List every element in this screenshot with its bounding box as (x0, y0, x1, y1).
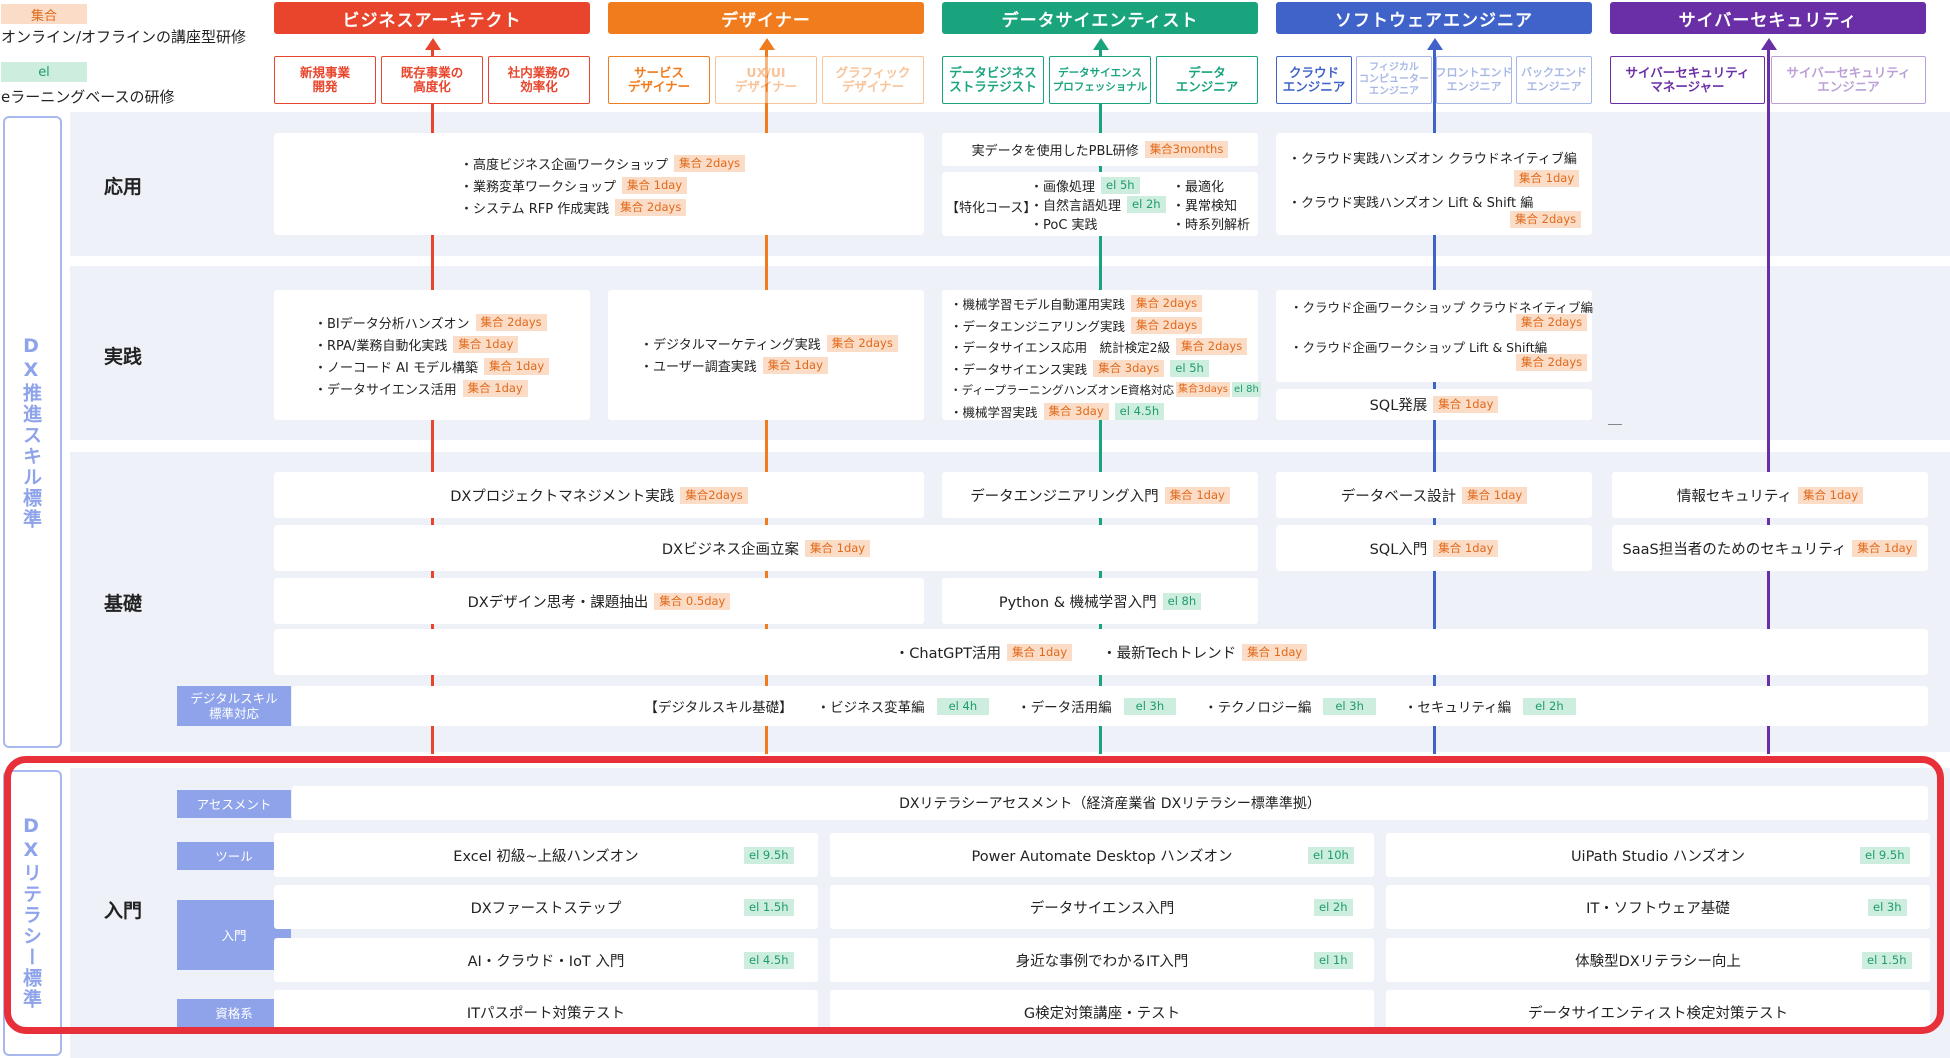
course-item: ・機械学習モデル自動運用実践 集合 2days (950, 293, 1261, 315)
basic-db-card: データベース設計 集合 1day (1276, 472, 1592, 518)
course-item: ・ユーザー調査実践 集合 1day (640, 354, 898, 376)
subrole: 既存事業の 高度化 (381, 56, 483, 104)
practice-biz-list: ・BIデータ分析ハンズオン 集合 2days ・RPA/業務自動化実践 集合 1da… (314, 311, 550, 399)
level-basic: 基礎 (104, 593, 143, 615)
course-item: ・デジタルマーケティング実践 集合 2days (640, 332, 898, 354)
course-item: ・データエンジニアリング実践 集合 2days (950, 315, 1261, 337)
level-practice: 実践 (104, 346, 143, 368)
basic-sec-card: 情報セキュリティ 集合 1day (1612, 472, 1928, 518)
course-item: ・高度ビジネス企画ワークショップ 集合 2days (460, 152, 746, 174)
subrole: サイバーセキュリティ エンジニア (1771, 56, 1926, 104)
course-item: ・システム RFP 作成実践 集合 2days (460, 196, 745, 218)
arrow-up-icon (759, 38, 775, 50)
basic-design-card: DXデザイン思考・課題抽出 集合 0.5day (274, 578, 924, 624)
course-item: ・ノーコード AI モデル構築 集合 1day (314, 355, 550, 377)
course-item: ・データサイエンス応用 統計検定2級 集合 2days (950, 336, 1261, 358)
arrow-up-icon (1761, 38, 1777, 50)
subrole: サービス デザイナー (608, 56, 710, 104)
digital-skill-tag: デジタルスキル 標準対応 (177, 686, 291, 726)
course-item: ・業務変革ワークショップ 集合 1day (460, 174, 745, 196)
legend-el-text: eラーニングベースの研修 (1, 88, 175, 106)
course-item: ・RPA/業務自動化実践 集合 1day (314, 333, 549, 355)
course-item: ・時系列解析 (1172, 218, 1251, 233)
role-designer: デザイナー (608, 2, 924, 34)
subrole: データサイエンス プロフェッショナル (1049, 56, 1151, 104)
subrole: グラフィック デザイナー (822, 56, 924, 104)
role-cyber-security: サイバーセキュリティ (1610, 2, 1926, 34)
course-item: SQL発展 集合 1day (1370, 394, 1499, 415)
legend-el-tag: el (1, 62, 87, 82)
applied-ds-right: ・最適化 ・異常検知 ・時系列解析 (1172, 176, 1250, 233)
course-item: ・クラウド実践ハンズオン Lift & Shift 編 (1288, 196, 1534, 211)
practice-ds-list: ・機械学習モデル自動運用実践 集合 2days ・データエンジニアリング実践 集合 … (950, 293, 1261, 422)
role-software-engineer: ソフトウェアエンジニア (1276, 2, 1592, 34)
subrole: データビジネス ストラテジスト (942, 56, 1044, 104)
level-applied: 応用 (104, 176, 143, 198)
basic-digital-card: 【デジタルスキル基礎】 ・ビジネス変革編 el 4h ・データ活用編 el 3h ・… (292, 686, 1928, 726)
course-item: ・機械学習実践 集合 3day el 4.5h (950, 401, 1261, 423)
special-course-label: 【特化コース】 (946, 201, 1037, 216)
basic-plan-card: DXビジネス企画立案 集合 1day (274, 525, 1258, 571)
subrole: フィジカル コンピューター エンジニア (1356, 56, 1432, 104)
basic-sqlin-card: SQL入門 集合 1day (1276, 525, 1592, 571)
subrole: サイバーセキュリティ マネージャー (1610, 56, 1765, 104)
course-item: ・BIデータ分析ハンズオン 集合 2days (314, 311, 549, 333)
course-item: ・クラウド企画ワークショップ Lift & Shift編 (1290, 340, 1548, 355)
practice-sql-card: SQL発展 集合 1day (1276, 389, 1592, 420)
subrole: 社内業務の 効率化 (488, 56, 590, 104)
arrow-up-icon (1427, 38, 1443, 50)
arrow-up-icon (425, 38, 441, 50)
basic-pm-card: DXプロジェクトマネジメント実践 集合2days (274, 472, 924, 518)
applied-ds-top-card: 実データを使用したPBL研修 集合3months (942, 133, 1258, 166)
highlight-frame (4, 756, 1944, 1034)
course-item: ・データサイエンス実践 集合 3days el 5h (950, 358, 1261, 380)
course-item: ・異常検知 (1172, 199, 1238, 214)
basic-de-card: データエンジニアリング入門 集合 1day (942, 472, 1258, 518)
subrole: クラウド エンジニア (1276, 56, 1352, 104)
subrole: 新規事業 開発 (274, 56, 376, 104)
course-item: 実データを使用したPBL研修 集合3months (972, 140, 1229, 159)
basic-gpt-card: ・ChatGPT活用 集合 1day ・最新Techトレンド 集合 1day (274, 629, 1928, 675)
course-tag: 集合 2days (1516, 354, 1588, 371)
course-item: ・PoC 実践 (1030, 218, 1098, 233)
course-item: ・自然言語処理 el 2h (1030, 195, 1166, 214)
applied-ds-mid: ・画像処理 el 5h ・自然言語処理 el 2h ・PoC 実践 (1030, 176, 1166, 233)
subrole: UX/UI デザイナー (715, 56, 817, 104)
legend-group-tag: 集合 (1, 4, 87, 24)
course-tag: 集合 2days (1510, 211, 1582, 228)
arrow-up-icon (1093, 38, 1109, 50)
course-item: ・画像処理 el 5h (1030, 176, 1166, 195)
course-item: ・最適化 (1172, 180, 1225, 195)
course-item: ・データサイエンス活用 集合 1day (314, 377, 549, 399)
subrole: バックエンド エンジニア (1516, 56, 1592, 104)
basic-saas-card: SaaS担当者のためのセキュリティ 集合 1day (1612, 525, 1928, 571)
course-item: ・ディープラーニングハンズオンE資格対応 集合3days el 8h (950, 382, 1261, 398)
course-item: ・クラウド実践ハンズオン クラウドネイティブ編 (1288, 152, 1577, 167)
divider-dash (1608, 424, 1622, 425)
applied-biz-list: ・高度ビジネス企画ワークショップ 集合 2days ・業務変革ワークショップ 集合 … (460, 152, 746, 218)
role-business-architect: ビジネスアーキテクト (274, 2, 590, 34)
legend-group-text: オンライン/オフラインの講座型研修 (1, 28, 247, 46)
dx-skill-label: DX推進スキル標準 (20, 335, 42, 530)
subrole: データ エンジニア (1156, 56, 1258, 104)
course-tag: 集合 1day (1514, 170, 1580, 187)
basic-py-card: Python & 機械学習入門 el 8h (942, 578, 1258, 624)
course-tag: 集合 2days (1516, 314, 1588, 331)
role-data-scientist: データサイエンティスト (942, 2, 1258, 34)
practice-des-list: ・デジタルマーケティング実践 集合 2days ・ユーザー調査実践 集合 1day (640, 332, 898, 376)
subrole: フロントエンド エンジニア (1436, 56, 1513, 104)
